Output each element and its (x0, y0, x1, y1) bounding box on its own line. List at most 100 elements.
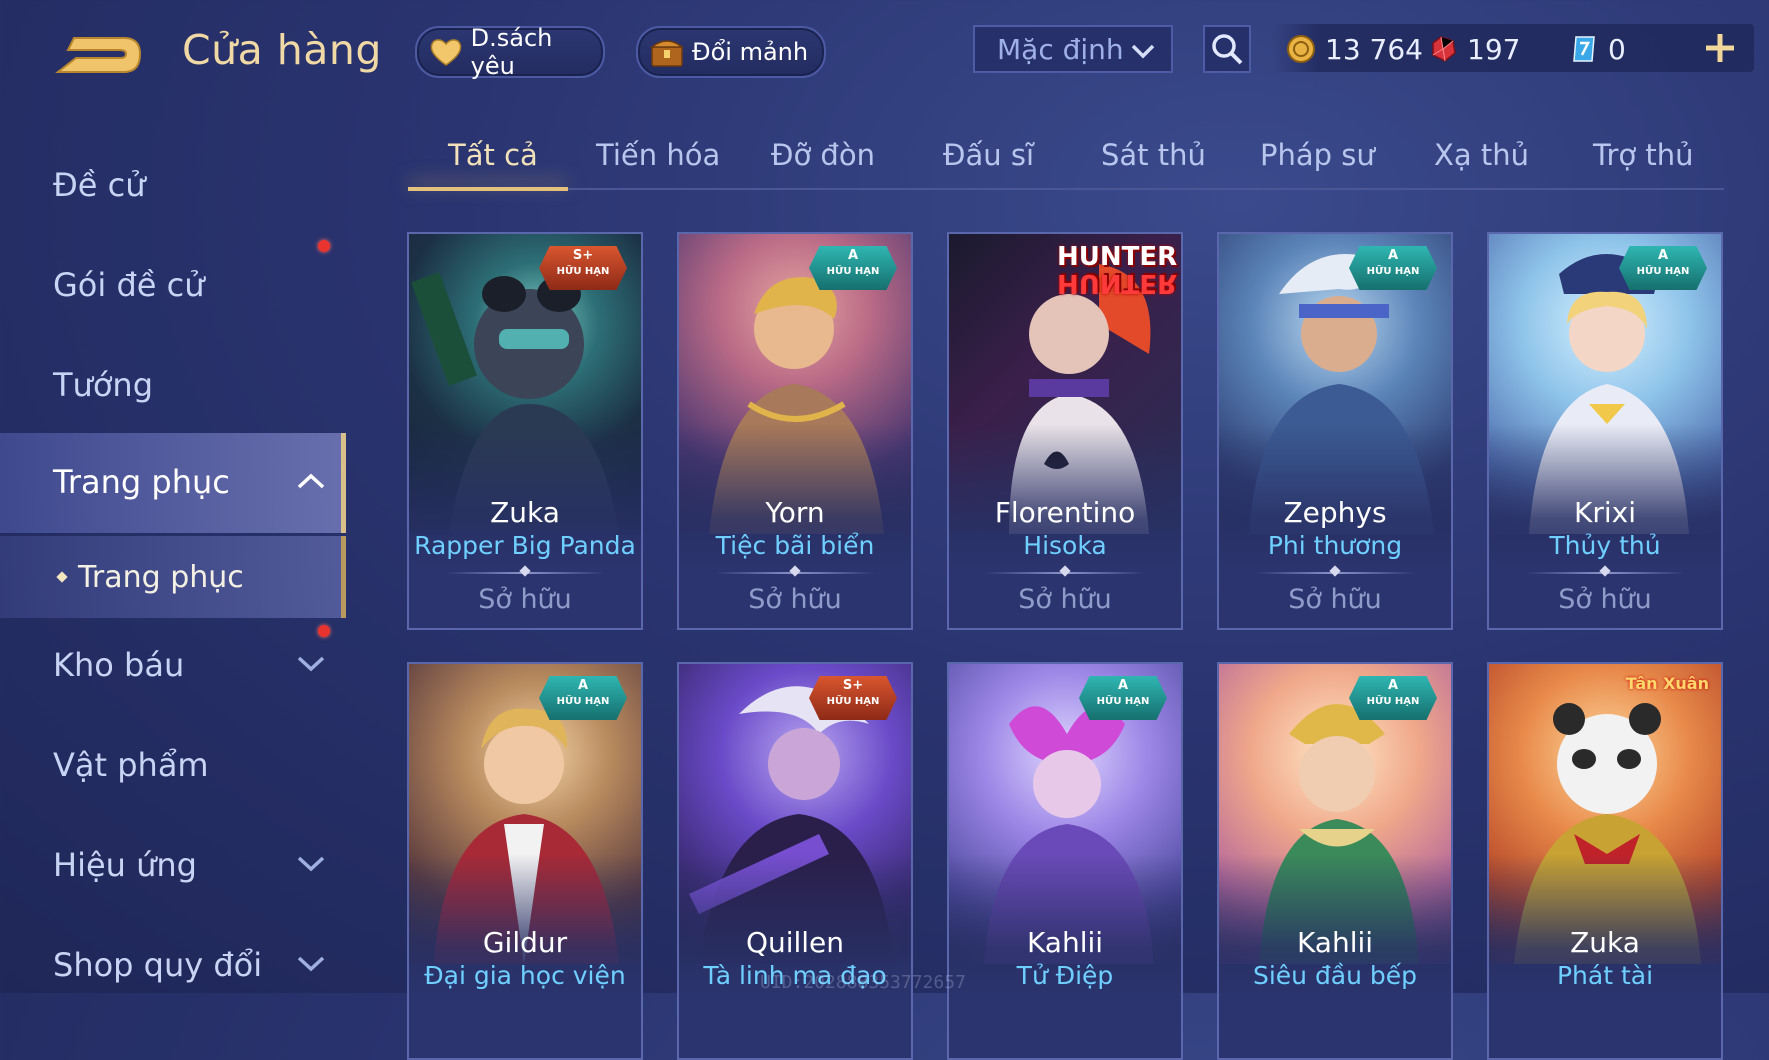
hero-name: Kahlii (1026, 926, 1104, 959)
skin-name: Tiệc bãi biển (715, 531, 875, 560)
hero-name: Florentino (994, 496, 1136, 529)
sidebar-item-effects[interactable]: Hiệu ứng (0, 820, 346, 910)
hero-name: Quillen (745, 926, 845, 959)
tab-mage[interactable]: Pháp sư (1260, 138, 1375, 172)
sidebar-item-label: Kho báu (53, 646, 185, 684)
search-icon (1212, 34, 1243, 65)
skin-card[interactable]: A HỮU HẠN Krixi Thủy thủ Sở hữu (1487, 232, 1723, 630)
wishlist-button[interactable]: D.sách yêu (415, 24, 605, 80)
sidebar-item-label: Hiệu ứng (53, 846, 197, 884)
limited-badge: A HỮU HẠN (1349, 676, 1437, 720)
divider (445, 565, 605, 577)
skin-card[interactable]: A HỮU HẠN Yorn Tiệc bãi biển Sở hữu (677, 232, 913, 630)
active-tab-underline (408, 187, 568, 191)
sidebar-item-recommended-packs[interactable]: Gói đề cử (0, 240, 346, 330)
add-currency-button[interactable] (1698, 26, 1742, 70)
sidebar-item-treasure[interactable]: Kho báu (0, 620, 346, 710)
sidebar-item-items[interactable]: Vật phẩm (0, 720, 346, 810)
skin-name: Thủy thủ (1549, 531, 1661, 560)
hero-name: Gildur (482, 926, 568, 959)
notification-dot (318, 625, 330, 637)
chevron-down-icon (1129, 37, 1157, 70)
skin-card[interactable]: Tân Xuân Zuka Phát tài (1487, 662, 1723, 1060)
limited-badge: A HỮU HẠN (1349, 246, 1437, 290)
sidebar-item-heroes[interactable]: Tướng (0, 340, 346, 430)
event-tag: Tân Xuân (1625, 674, 1709, 693)
sidebar-subitem-label: Trang phục (78, 560, 244, 595)
sidebar-item-label: Đề cử (53, 166, 146, 204)
sort-dropdown[interactable]: Mặc định (973, 25, 1173, 73)
hero-name: Zuka (1570, 926, 1640, 959)
sidebar-subitem-skins[interactable]: Trang phục (0, 536, 346, 618)
skin-name: Siêu đầu bếp (1252, 961, 1418, 990)
limited-badge: S+ HỮU HẠN (809, 676, 897, 720)
owned-status: Sở hữu (748, 584, 842, 615)
skin-name: Rapper Big Panda (414, 531, 636, 560)
sidebar-item-exchange-shop[interactable]: Shop quy đổi (0, 920, 346, 1010)
voucher-icon (1573, 36, 1595, 62)
sidebar: Đề cử Gói đề cử Tướng Trang phục Trang p… (0, 120, 346, 993)
gold-amount: 13 764 (1325, 32, 1423, 66)
skin-name: Tử Điệp (1016, 961, 1114, 990)
hero-name: Kahlii (1296, 926, 1374, 959)
search-button[interactable] (1203, 25, 1251, 73)
gold-currency: 13 764 (1285, 26, 1423, 72)
voucher-currency: 0 (1568, 26, 1626, 72)
sidebar-item-label: Trang phục (53, 463, 230, 501)
chevron-down-icon (296, 654, 326, 678)
top-bar: Cửa hàng D.sách yêu Đổi mảnh Mặc định 13… (0, 0, 1769, 100)
chest-icon (648, 33, 686, 71)
skin-name: Phát tài (1556, 961, 1654, 990)
tab-tank[interactable]: Đỡ đòn (771, 138, 875, 172)
wishlist-label: D.sách yêu (470, 24, 553, 80)
sort-value: Mặc định (997, 32, 1124, 66)
skin-card[interactable]: S+ HỮU HẠN Quillen Tà linh ma đạo (677, 662, 913, 1060)
skin-name: Đại gia học viện (424, 961, 626, 990)
tab-evolution[interactable]: Tiến hóa (596, 138, 720, 172)
skin-card[interactable]: S+ HỮU HẠN Zuka Rapper Big Panda Sở hữu (407, 232, 643, 630)
back-arrow-icon (55, 37, 142, 73)
sidebar-item-label: Vật phẩm (53, 746, 209, 784)
skin-card[interactable]: A HỮU HẠN Kahlii Tử Điệp (947, 662, 1183, 1060)
role-tabs: Tất cả Tiến hóa Đỡ đòn Đấu sĩ Sát thủ Ph… (408, 130, 1724, 191)
divider (1525, 565, 1685, 577)
skin-name: Phi thương (1267, 531, 1403, 560)
tab-all[interactable]: Tất cả (448, 138, 538, 172)
sidebar-item-label: Tướng (53, 366, 153, 404)
ruby-currency: 197 (1427, 26, 1520, 72)
tab-fighter[interactable]: Đấu sĩ (943, 138, 1034, 172)
tab-assassin[interactable]: Sát thủ (1101, 138, 1206, 172)
ruby-gem-icon (1432, 36, 1456, 62)
tab-marksman[interactable]: Xạ thủ (1434, 138, 1529, 172)
hero-name: Yorn (765, 496, 825, 529)
hero-name: Krixi (1573, 496, 1636, 529)
sidebar-item-skins[interactable]: Trang phục (0, 433, 346, 533)
bullet-icon (56, 571, 68, 583)
page-title: Cửa hàng (182, 26, 382, 74)
skin-name: Hisoka (1023, 531, 1107, 560)
owned-status: Sở hữu (1018, 584, 1112, 615)
sidebar-item-recommended[interactable]: Đề cử (0, 140, 346, 230)
owned-status: Sở hữu (1288, 584, 1382, 615)
tab-support[interactable]: Trợ thủ (1593, 138, 1693, 172)
sidebar-item-label: Gói đề cử (53, 266, 205, 304)
voucher-amount: 0 (1608, 32, 1626, 66)
divider (985, 565, 1145, 577)
ruby-amount: 197 (1467, 32, 1521, 66)
exchange-shards-button[interactable]: Đổi mảnh (636, 26, 826, 78)
skin-card[interactable]: A HỮU HẠN Zephys Phi thương Sở hữu (1217, 232, 1453, 630)
plus-icon (1706, 34, 1734, 62)
exchange-label: Đổi mảnh (692, 38, 809, 66)
limited-badge: A HỮU HẠN (1079, 676, 1167, 720)
skin-card[interactable]: A HỮU HẠN Gildur Đại gia học viện (407, 662, 643, 1060)
limited-badge: A HỮU HẠN (1619, 246, 1707, 290)
skin-card[interactable]: HUNTER HUNTER Florentino Hisoka Sở hữu (947, 232, 1183, 630)
limited-badge: S+ HỮU HẠN (539, 246, 627, 290)
owned-status: Sở hữu (478, 584, 572, 615)
sidebar-item-label: Shop quy đổi (53, 946, 263, 984)
skin-card[interactable]: A HỮU HẠN Kahlii Siêu đầu bếp (1217, 662, 1453, 1060)
back-button[interactable] (54, 30, 144, 80)
chevron-down-icon (296, 954, 326, 978)
hero-name: Zephys (1283, 496, 1387, 529)
chevron-up-icon (296, 471, 326, 495)
